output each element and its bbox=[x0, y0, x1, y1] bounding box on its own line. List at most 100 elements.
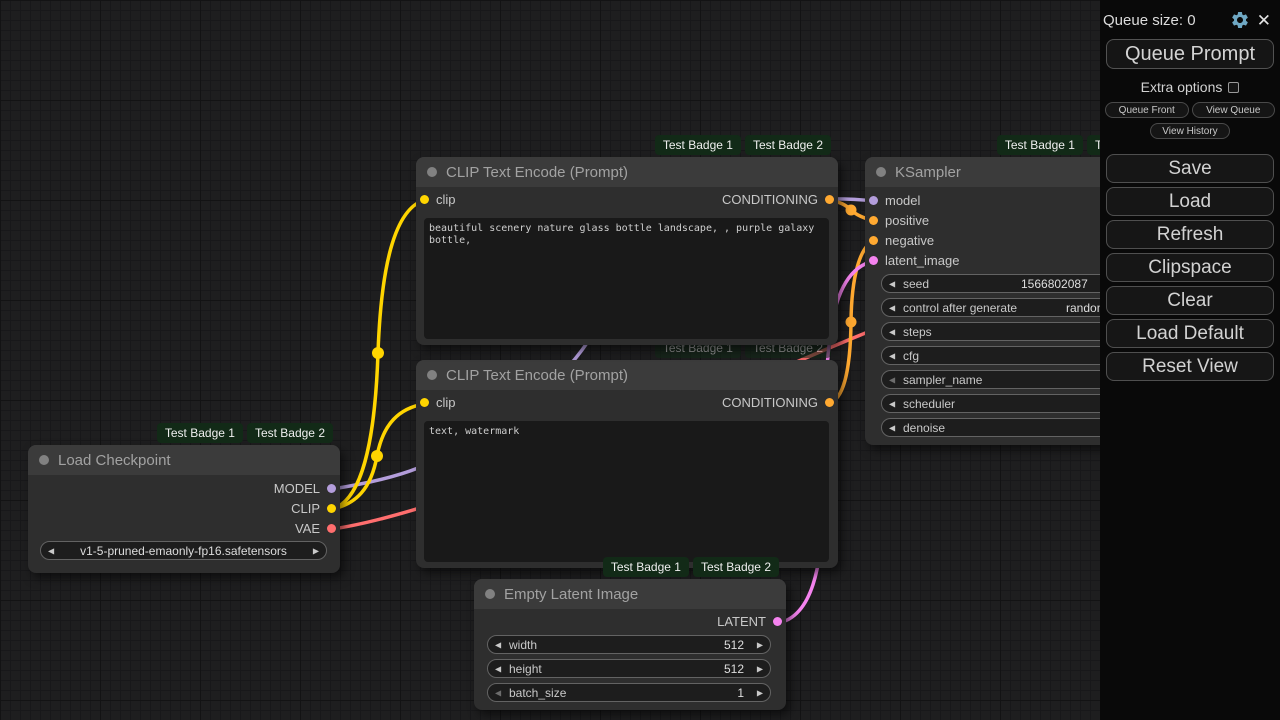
load-default-button[interactable]: Load Default bbox=[1106, 319, 1274, 348]
load-button[interactable]: Load bbox=[1106, 187, 1274, 216]
next-value-arrow-icon[interactable]: ▶ bbox=[757, 664, 763, 673]
test-badge-1: Test Badge 1 bbox=[997, 135, 1083, 155]
node-empty-latent-image[interactable]: Test Badge 1 Test Badge 2 Empty Latent I… bbox=[474, 579, 786, 710]
node-title: Load Checkpoint bbox=[58, 452, 171, 469]
node-badges: Test Badge 1 Test Badge 2 bbox=[157, 423, 333, 443]
comfy-menu-panel: Queue size: 0 ✕ Queue Prompt Extra optio… bbox=[1100, 0, 1280, 720]
input-port-model[interactable] bbox=[869, 196, 878, 205]
test-badge-2: Test Badge 2 bbox=[693, 557, 779, 577]
save-button[interactable]: Save bbox=[1106, 154, 1274, 183]
link-midpoint-dot bbox=[846, 205, 857, 216]
widget-label: control after generate bbox=[903, 301, 1017, 315]
reset-view-button[interactable]: Reset View bbox=[1106, 352, 1274, 381]
node-header[interactable]: Load Checkpoint bbox=[28, 445, 340, 475]
output-port-latent[interactable] bbox=[773, 617, 782, 626]
input-label-clip: clip bbox=[436, 393, 456, 413]
widget-value: 1 bbox=[737, 686, 744, 700]
node-title: CLIP Text Encode (Prompt) bbox=[446, 164, 628, 181]
next-value-arrow-icon[interactable]: ▶ bbox=[313, 546, 319, 555]
collapse-dot-icon[interactable] bbox=[876, 167, 886, 177]
input-label-positive: positive bbox=[885, 211, 929, 231]
node-load-checkpoint[interactable]: Test Badge 1 Test Badge 2 Load Checkpoin… bbox=[28, 445, 340, 573]
extra-options-checkbox[interactable] bbox=[1228, 82, 1239, 93]
view-queue-button[interactable]: View Queue bbox=[1192, 102, 1276, 118]
prev-value-arrow-icon[interactable]: ◀ bbox=[495, 640, 501, 649]
prev-value-arrow-icon[interactable]: ◀ bbox=[495, 688, 501, 697]
prompt-textarea[interactable]: beautiful scenery nature glass bottle la… bbox=[424, 218, 829, 339]
prev-value-arrow-icon[interactable]: ◀ bbox=[48, 546, 54, 555]
queue-front-button[interactable]: Queue Front bbox=[1105, 102, 1189, 118]
input-port-clip[interactable] bbox=[420, 398, 429, 407]
test-badge-2: Test Badge 2 bbox=[247, 423, 333, 443]
input-port-latent-image[interactable] bbox=[869, 256, 878, 265]
node-header[interactable]: CLIP Text Encode (Prompt) bbox=[416, 157, 838, 187]
widget-value: 1566802087 bbox=[1021, 277, 1088, 291]
node-title: CLIP Text Encode (Prompt) bbox=[446, 367, 628, 384]
output-port-conditioning[interactable] bbox=[825, 398, 834, 407]
output-port-clip[interactable] bbox=[327, 504, 336, 513]
collapse-dot-icon[interactable] bbox=[485, 589, 495, 599]
test-badge-1: Test Badge 1 bbox=[603, 557, 689, 577]
graph-canvas[interactable]: Test Badge 1 Test Badge 2 Load Checkpoin… bbox=[0, 0, 1280, 720]
input-port-clip[interactable] bbox=[420, 195, 429, 204]
widget-label: denoise bbox=[903, 421, 945, 435]
ckpt-name-value: v1-5-pruned-emaonly-fp16.safetensors bbox=[61, 544, 306, 558]
output-port-vae[interactable] bbox=[327, 524, 336, 533]
settings-gear-icon[interactable] bbox=[1230, 10, 1250, 30]
prev-value-arrow-icon[interactable]: ◀ bbox=[495, 664, 501, 673]
test-badge-1: Test Badge 1 bbox=[157, 423, 243, 443]
prev-value-arrow-icon[interactable]: ◀ bbox=[889, 375, 895, 384]
prompt-textarea[interactable]: text, watermark bbox=[424, 421, 829, 562]
node-header[interactable]: Empty Latent Image bbox=[474, 579, 786, 609]
prev-value-arrow-icon[interactable]: ◀ bbox=[889, 351, 895, 360]
height-widget[interactable]: ◀ height 512 ▶ bbox=[487, 659, 771, 678]
prev-value-arrow-icon[interactable]: ◀ bbox=[889, 303, 895, 312]
prev-value-arrow-icon[interactable]: ◀ bbox=[889, 279, 895, 288]
extra-options-row: Extra options bbox=[1100, 79, 1280, 95]
test-badge-2: Test Badge 2 bbox=[745, 135, 831, 155]
output-port-model[interactable] bbox=[327, 484, 336, 493]
node-header[interactable]: CLIP Text Encode (Prompt) bbox=[416, 360, 838, 390]
close-icon[interactable]: ✕ bbox=[1257, 12, 1271, 29]
extra-options-label: Extra options bbox=[1141, 79, 1223, 95]
queue-prompt-button[interactable]: Queue Prompt bbox=[1106, 39, 1274, 69]
output-port-conditioning[interactable] bbox=[825, 195, 834, 204]
prev-value-arrow-icon[interactable]: ◀ bbox=[889, 423, 895, 432]
next-value-arrow-icon[interactable]: ▶ bbox=[757, 688, 763, 697]
widget-value: 512 bbox=[724, 638, 744, 652]
output-label-clip: CLIP bbox=[291, 499, 320, 519]
input-label-negative: negative bbox=[885, 231, 934, 251]
output-label-conditioning: CONDITIONING bbox=[722, 393, 818, 413]
prev-value-arrow-icon[interactable]: ◀ bbox=[889, 399, 895, 408]
link-midpoint-dot bbox=[846, 317, 857, 328]
node-clip-text-encode-positive[interactable]: Test Badge 1 Test Badge 2 CLIP Text Enco… bbox=[416, 157, 838, 345]
view-history-button[interactable]: View History bbox=[1150, 123, 1230, 139]
link-midpoint-dot bbox=[372, 347, 384, 359]
node-clip-text-encode-negative[interactable]: Test Badge 1 Test Badge 2 CLIP Text Enco… bbox=[416, 360, 838, 568]
next-value-arrow-icon[interactable]: ▶ bbox=[757, 640, 763, 649]
menu-header: Queue size: 0 ✕ bbox=[1100, 0, 1280, 30]
input-port-positive[interactable] bbox=[869, 216, 878, 225]
clipspace-button[interactable]: Clipspace bbox=[1106, 253, 1274, 282]
queue-size-label: Queue size: 0 bbox=[1103, 12, 1223, 29]
ckpt-name-widget[interactable]: ◀ v1-5-pruned-emaonly-fp16.safetensors ▶ bbox=[40, 541, 327, 560]
refresh-button[interactable]: Refresh bbox=[1106, 220, 1274, 249]
node-badges: Test Badge 1 Test Badge 2 bbox=[655, 135, 831, 155]
widget-label: height bbox=[509, 662, 542, 676]
clear-button[interactable]: Clear bbox=[1106, 286, 1274, 315]
batch-size-widget[interactable]: ◀ batch_size 1 ▶ bbox=[487, 683, 771, 702]
width-widget[interactable]: ◀ width 512 ▶ bbox=[487, 635, 771, 654]
output-label-conditioning: CONDITIONING bbox=[722, 190, 818, 210]
widget-label: width bbox=[509, 638, 537, 652]
collapse-dot-icon[interactable] bbox=[427, 370, 437, 380]
widget-label: sampler_name bbox=[903, 373, 982, 387]
widget-label: batch_size bbox=[509, 686, 566, 700]
node-badges: Test Badge 1 Test Badge 2 bbox=[603, 557, 779, 577]
widget-label: scheduler bbox=[903, 397, 955, 411]
prev-value-arrow-icon[interactable]: ◀ bbox=[889, 327, 895, 336]
collapse-dot-icon[interactable] bbox=[39, 455, 49, 465]
input-label-model: model bbox=[885, 191, 920, 211]
input-port-negative[interactable] bbox=[869, 236, 878, 245]
output-label-model: MODEL bbox=[274, 479, 320, 499]
collapse-dot-icon[interactable] bbox=[427, 167, 437, 177]
